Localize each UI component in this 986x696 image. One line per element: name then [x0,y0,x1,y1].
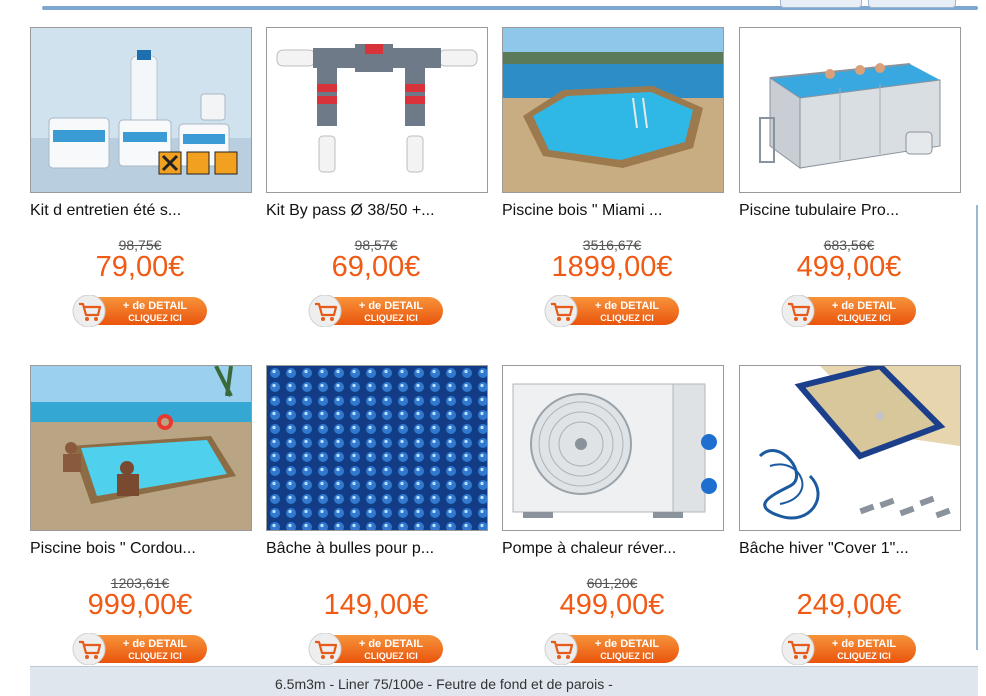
product-card-bache-hiver[interactable]: Bâche hiver "Cover 1"... 249,00€ + de DE… [739,365,961,685]
product-price: 79,00€ [95,251,185,283]
product-title[interactable]: Bâche à bulles pour p... [266,540,434,558]
footer-description: 6.5m3m - Liner 75/100e - Feutre de fond … [275,676,613,692]
detail-button-line2: CLIQUEZ ICI [364,651,418,661]
detail-button[interactable]: + de DETAIL CLIQUEZ ICI [780,633,918,665]
detail-button[interactable]: + de DETAIL CLIQUEZ ICI [543,633,681,665]
detail-button[interactable]: + de DETAIL CLIQUEZ ICI [71,633,209,665]
detail-button[interactable]: + de DETAIL CLIQUEZ ICI [780,295,918,327]
product-image[interactable] [30,27,252,193]
product-title[interactable]: Piscine tubulaire Pro... [739,202,899,220]
product-title[interactable]: Kit By pass Ø 38/50 +... [266,202,435,220]
detail-button-line2: CLIQUEZ ICI [128,651,182,661]
detail-button-line2: CLIQUEZ ICI [128,313,182,323]
detail-button-line1: + de DETAIL [832,638,897,650]
winter-cover-image [740,366,960,530]
product-image[interactable] [30,365,252,531]
detail-button-line2: CLIQUEZ ICI [600,651,654,661]
detail-button-line1: + de DETAIL [595,638,660,650]
tubular-pool-image [740,28,960,192]
detail-button-line1: + de DETAIL [595,300,660,312]
detail-button[interactable]: + de DETAIL CLIQUEZ ICI [543,295,681,327]
product-image[interactable] [739,27,961,193]
right-frame-rail [976,205,978,650]
bubble-cover-image [267,366,487,530]
product-price: 999,00€ [87,589,193,621]
product-title[interactable]: Piscine bois " Cordou... [30,540,196,558]
product-title[interactable]: Kit d entretien été s... [30,202,181,220]
wood-pool-cordoue-image [31,366,251,530]
product-card-piscine-cordoue[interactable]: Piscine bois " Cordou... 1203,61€ 999,00… [30,365,252,685]
product-card-pompe-chaleur[interactable]: Pompe à chaleur réver... 601,20€ 499,00€… [502,365,724,685]
product-price: 499,00€ [559,589,665,621]
product-card-kit-bypass[interactable]: Kit By pass Ø 38/50 +... 98,57€ 69,00€ +… [266,27,488,347]
product-image[interactable] [502,27,724,193]
product-card-kit-entretien[interactable]: Kit d entretien été s... 98,75€ 79,00€ +… [30,27,252,347]
detail-button-line2: CLIQUEZ ICI [837,313,891,323]
product-card-piscine-tubulaire[interactable]: Piscine tubulaire Pro... 683,56€ 499,00€… [739,27,961,347]
top-tab-left[interactable] [780,0,862,8]
detail-button-line1: + de DETAIL [359,300,424,312]
detail-button[interactable]: + de DETAIL CLIQUEZ ICI [307,295,445,327]
wood-pool-miami-image [503,28,723,192]
product-title[interactable]: Piscine bois " Miami ... [502,202,662,220]
detail-button[interactable]: + de DETAIL CLIQUEZ ICI [71,295,209,327]
product-image[interactable] [266,27,488,193]
product-image[interactable] [502,365,724,531]
product-price: 499,00€ [796,251,902,283]
product-title[interactable]: Pompe à chaleur réver... [502,540,676,558]
product-image[interactable] [266,365,488,531]
detail-button[interactable]: + de DETAIL CLIQUEZ ICI [307,633,445,665]
product-price: 149,00€ [323,589,429,621]
product-card-piscine-miami[interactable]: Piscine bois " Miami ... 3516,67€ 1899,0… [502,27,724,347]
product-image[interactable] [739,365,961,531]
detail-button-line2: CLIQUEZ ICI [364,313,418,323]
maintenance-kit-image [31,28,251,192]
product-title[interactable]: Bâche hiver "Cover 1"... [739,540,909,558]
top-tab-right[interactable] [868,0,956,8]
detail-button-line2: CLIQUEZ ICI [600,313,654,323]
detail-button-line1: + de DETAIL [359,638,424,650]
product-price: 69,00€ [331,251,421,283]
detail-button-line1: + de DETAIL [832,300,897,312]
product-price: 249,00€ [796,589,902,621]
product-price: 1899,00€ [551,251,673,283]
heat-pump-image [503,366,723,530]
detail-button-line2: CLIQUEZ ICI [837,651,891,661]
product-card-bache-bulles[interactable]: Bâche à bulles pour p... 149,00€ + de DE… [266,365,488,685]
detail-button-line1: + de DETAIL [123,300,188,312]
bypass-kit-image [267,28,487,192]
detail-button-line1: + de DETAIL [123,638,188,650]
